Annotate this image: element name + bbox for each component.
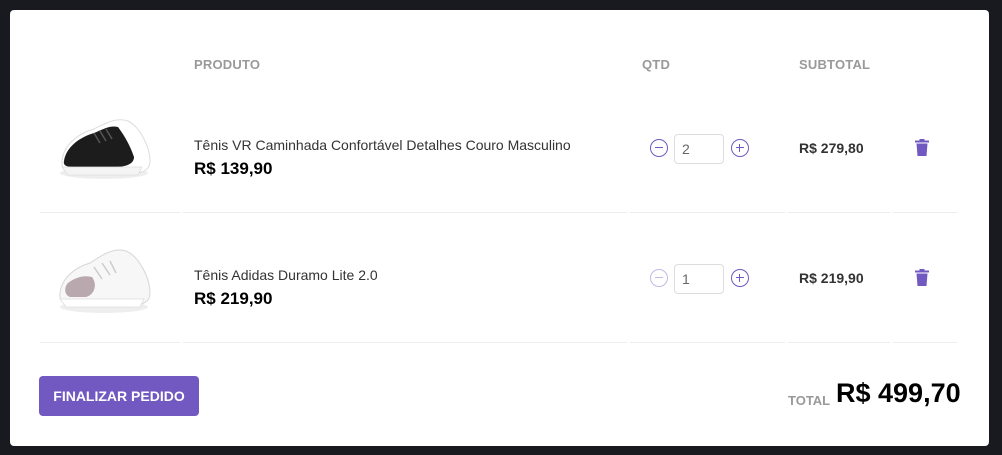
total-value: R$ 499,70	[836, 378, 961, 408]
product-title: Tênis Adidas Duramo Lite 2.0	[194, 267, 378, 283]
item-subtotal: R$ 279,80	[799, 140, 864, 156]
finish-order-button[interactable]: Finalizar pedido	[39, 376, 199, 416]
cart-panel: PRODUTO QTD SUBTOTAL Tênis VR Caminhada …	[10, 10, 989, 446]
minus-icon	[654, 276, 663, 279]
trash-icon[interactable]	[915, 269, 929, 286]
product-price: R$ 219,90	[194, 289, 273, 308]
table-row: Tênis VR Caminhada Confortável Detalhes …	[40, 83, 957, 213]
trash-icon[interactable]	[915, 139, 929, 156]
black-sneaker-image	[60, 119, 151, 179]
header-product: PRODUTO	[194, 57, 261, 72]
table-row: Tênis Adidas Duramo Lite 2.0 R$ 219,90 R…	[40, 213, 957, 343]
header-subtotal: SUBTOTAL	[799, 57, 871, 72]
total-label: TOTAL	[788, 393, 831, 408]
product-title: Tênis VR Caminhada Confortável Detalhes …	[194, 137, 571, 153]
minus-icon	[654, 146, 663, 149]
row-divider	[40, 342, 180, 343]
increment-button[interactable]	[731, 139, 749, 157]
item-subtotal: R$ 219,90	[799, 270, 864, 286]
decrement-button[interactable]	[650, 139, 668, 157]
header-qty: QTD	[642, 57, 671, 72]
decrement-button[interactable]	[650, 269, 668, 287]
white-sneaker-image	[59, 249, 151, 313]
quantity-input[interactable]	[674, 134, 724, 164]
increment-button[interactable]	[731, 269, 749, 287]
quantity-input[interactable]	[674, 264, 724, 294]
product-price: R$ 139,90	[194, 159, 273, 178]
